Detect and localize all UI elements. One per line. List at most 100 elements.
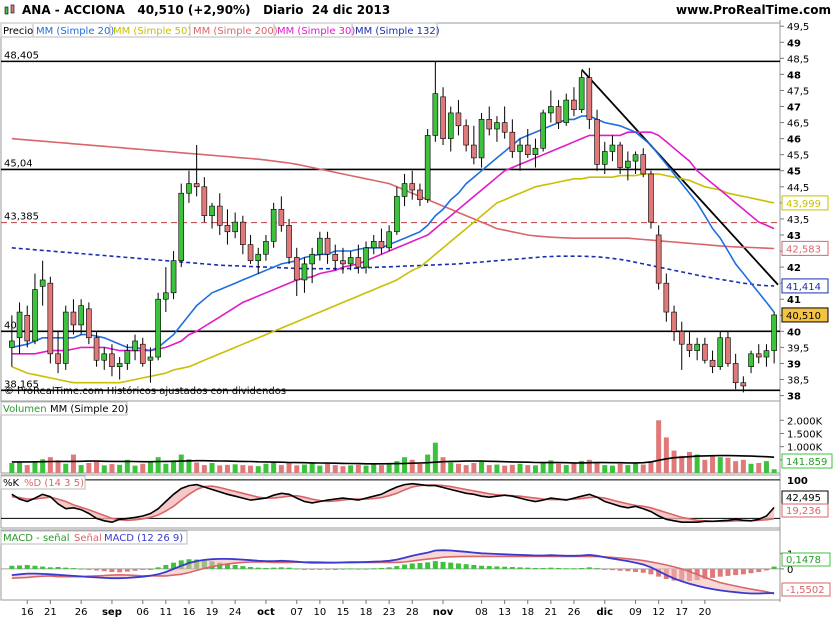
volume-bar <box>325 463 331 473</box>
candle <box>771 314 777 351</box>
volume-bar <box>209 462 215 473</box>
chart-header: ANA - ACCIONA 40,510 (+2,90%) Diario 24 … <box>0 0 835 20</box>
x-tick-label: 12 <box>652 607 665 618</box>
macd-hist-bar <box>109 568 115 572</box>
macd-hist-bar <box>740 568 746 575</box>
volume-bar <box>733 461 739 473</box>
stoch-legend-item: %K <box>3 478 20 489</box>
macd-hist-bar <box>86 568 92 570</box>
macd-hist-bar <box>140 568 146 570</box>
macd-hist-bar <box>640 568 646 573</box>
volume-bar <box>240 465 246 473</box>
candle <box>417 189 423 200</box>
macd-hist-bar <box>371 568 377 570</box>
x-tick-label: 16 <box>183 607 196 618</box>
macd-hist-bar <box>471 565 477 569</box>
volume-bar <box>509 464 515 473</box>
macd-hist-bar <box>363 568 369 570</box>
price-tick-label: 46 <box>787 135 801 146</box>
price-value-tag-text: 42,583 <box>786 244 821 255</box>
candle <box>332 253 339 261</box>
site-url[interactable]: www.ProRealTime.com <box>676 3 831 17</box>
candle <box>478 119 485 159</box>
candle <box>270 208 277 242</box>
price-tick-label: 43,5 <box>787 215 809 226</box>
volume-bar <box>532 465 538 473</box>
macd-hist-bar <box>717 568 723 577</box>
period: Diario <box>263 3 304 17</box>
candle <box>486 119 493 130</box>
volume-bar <box>63 463 69 473</box>
macd-hist-bar <box>271 567 277 569</box>
macd-hist-bar <box>633 568 639 572</box>
volume-bar <box>740 459 746 473</box>
candle <box>70 311 77 326</box>
candle <box>455 112 462 127</box>
volume-bar <box>609 465 615 473</box>
candle <box>132 340 138 351</box>
macd-hist-bar <box>278 567 284 569</box>
volume-bar <box>679 455 685 473</box>
volume-bar <box>140 463 146 473</box>
volume-bar <box>178 454 184 473</box>
volume-bar <box>386 464 392 473</box>
candle <box>763 350 770 358</box>
price-legend: Precio MM (Simple 20)MM (Simple 50) MM (Si… <box>0 22 440 38</box>
x-tick-label: 18 <box>360 607 373 618</box>
x-tick-label: 24 <box>229 607 242 618</box>
candle <box>671 311 677 332</box>
stoch-legend: %K %D (14 3 5) <box>0 475 86 490</box>
x-tick-label: 06 <box>136 607 149 618</box>
macd-hist-bar <box>70 568 76 570</box>
volume-bar <box>317 465 323 473</box>
candle <box>224 225 231 233</box>
candle <box>93 337 100 361</box>
macd-hist-bar <box>479 565 485 569</box>
price-legend-item: MM (Simple 20) <box>36 26 114 37</box>
x-tick-label: 18 <box>521 607 534 618</box>
volume-bar <box>663 437 669 473</box>
volume-bar <box>86 462 92 473</box>
candle <box>293 257 300 281</box>
macd-value-tag-text: 0,1478 <box>786 555 821 566</box>
candle <box>370 241 377 249</box>
price-tick-label: 38 <box>787 392 801 403</box>
candle <box>394 196 400 233</box>
volume-bar <box>47 457 53 473</box>
volume-bar <box>725 457 731 473</box>
macd-hist-bar <box>248 567 254 569</box>
candle <box>555 106 562 123</box>
volume-bar <box>455 463 461 473</box>
chart-type-icon[interactable] <box>4 4 16 16</box>
chart-canvas[interactable]: 49,54948,54847,54746,54645,54544,54443,5… <box>0 20 835 620</box>
price-tick-label: 38,5 <box>787 376 809 387</box>
volume-bar <box>494 464 500 473</box>
volume-bar <box>640 464 646 473</box>
candle <box>532 147 539 155</box>
candle <box>347 257 354 265</box>
price-tick-label: 49 <box>787 38 801 49</box>
macd-hist-bar <box>348 568 354 570</box>
price-tick-label: 48 <box>787 70 801 81</box>
volume-legend: Volumen MM (Simple 20) <box>0 401 128 416</box>
macd-hist-bar <box>571 568 577 570</box>
volume-bar <box>771 469 777 473</box>
volume-bar <box>78 465 84 473</box>
candle <box>617 144 623 168</box>
instrument-title: ANA - ACCIONA 40,510 (+2,90%) Diario 24 … <box>22 3 390 17</box>
candle <box>648 173 654 223</box>
candle <box>9 340 15 348</box>
candle <box>193 183 200 188</box>
volume-bar <box>594 461 600 473</box>
macd-hist-bar <box>17 565 23 569</box>
macd-hist-bar <box>301 568 307 570</box>
price-tick-label: 42 <box>787 263 801 274</box>
macd-hist-bar <box>509 567 515 569</box>
x-tick-label: 19 <box>206 607 219 618</box>
price-pane-frame <box>0 22 781 403</box>
macd-hist-bar <box>47 567 53 569</box>
candle <box>363 247 369 268</box>
candle <box>717 337 724 367</box>
macd-tick-label: 0 <box>787 565 793 576</box>
volume-bar <box>479 461 485 473</box>
